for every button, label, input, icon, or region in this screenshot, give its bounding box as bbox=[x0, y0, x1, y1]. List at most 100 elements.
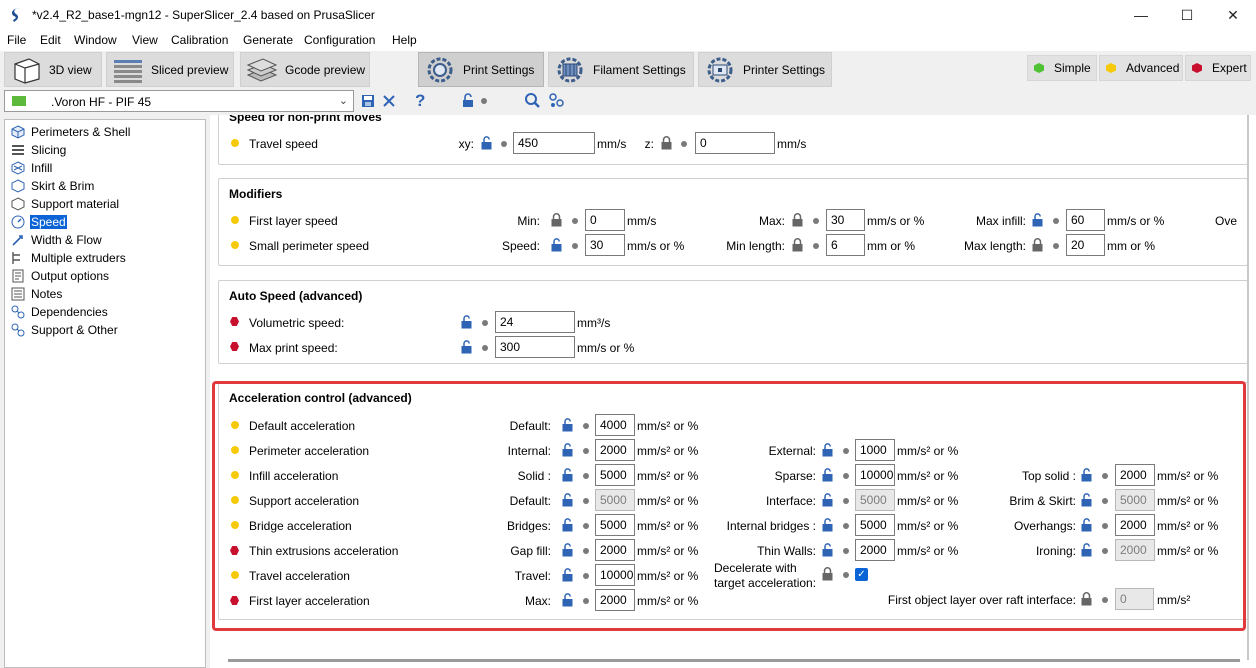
system-value-dot-icon bbox=[572, 243, 578, 249]
small-perimeter-min-length-input[interactable]: 6 bbox=[826, 234, 865, 256]
small-perimeter-max-length-input[interactable]: 20 bbox=[1066, 234, 1105, 256]
mode-expert-button[interactable]: Expert bbox=[1185, 55, 1251, 81]
nav-skirt-brim[interactable]: Skirt & Brim bbox=[5, 177, 205, 195]
nav-output-options[interactable]: Output options bbox=[5, 267, 205, 285]
system-value-dot-icon bbox=[813, 218, 819, 224]
nav-notes[interactable]: Notes bbox=[5, 285, 205, 303]
output-icon bbox=[12, 269, 24, 283]
nav-width-flow[interactable]: Width & Flow bbox=[5, 231, 205, 249]
tab-gcode-preview[interactable]: Gcode preview bbox=[240, 52, 370, 87]
search-icon[interactable] bbox=[524, 92, 541, 109]
maximize-button[interactable]: ☐ bbox=[1164, 0, 1210, 31]
small-perimeter-speed-input[interactable]: 30 bbox=[585, 234, 625, 256]
preset-value: .Voron HF - PIF 45 bbox=[51, 95, 152, 109]
system-value-dot-icon bbox=[1053, 243, 1059, 249]
mode-simple-button[interactable]: Simple bbox=[1027, 55, 1097, 81]
tab-filament-settings[interactable]: Filament Settings bbox=[548, 52, 694, 87]
min-length-label: Min length: bbox=[726, 239, 785, 253]
travel-speed-xy-input[interactable]: 450 bbox=[513, 132, 595, 154]
nav-support-material[interactable]: Support material bbox=[5, 195, 205, 213]
print-preset-select[interactable]: .Voron HF - PIF 45 ⌄ bbox=[4, 90, 354, 112]
skirt-icon bbox=[11, 179, 25, 193]
dependencies-icon bbox=[11, 305, 25, 319]
first-layer-speed-label: First layer speed bbox=[249, 214, 338, 228]
question-icon[interactable]: ? bbox=[415, 91, 425, 111]
menu-edit[interactable]: Edit bbox=[40, 33, 61, 47]
unlock-icon[interactable] bbox=[551, 238, 562, 252]
nav-label: Infill bbox=[31, 161, 53, 175]
max-print-speed-input[interactable]: 300 bbox=[495, 336, 575, 358]
mode-advanced-button[interactable]: Advanced bbox=[1099, 55, 1183, 81]
first-layer-max-infill-input[interactable]: 60 bbox=[1066, 209, 1105, 231]
notes-icon bbox=[11, 287, 25, 301]
nav-perimeters-shell[interactable]: Perimeters & Shell bbox=[5, 123, 205, 141]
tab-printer-settings[interactable]: Printer Settings bbox=[698, 52, 832, 87]
speed-label: Speed: bbox=[501, 239, 540, 253]
lock-icon[interactable] bbox=[661, 136, 672, 150]
unlock-icon[interactable] bbox=[461, 315, 472, 329]
advanced-mode-icon bbox=[231, 241, 239, 249]
nav-label: Support & Other bbox=[31, 323, 118, 337]
menu-file[interactable]: File bbox=[7, 33, 26, 47]
close-button[interactable]: ✕ bbox=[1210, 0, 1256, 31]
nav-dependencies[interactable]: Dependencies bbox=[5, 303, 205, 321]
lock-icon[interactable] bbox=[1032, 238, 1043, 252]
tab-3d-view-label: 3D view bbox=[49, 62, 92, 77]
menu-generate[interactable]: Generate bbox=[243, 33, 293, 47]
lock-icon[interactable] bbox=[792, 238, 803, 252]
chevron-down-icon: ⌄ bbox=[338, 95, 348, 107]
tab-print-settings[interactable]: Print Settings bbox=[418, 52, 544, 87]
delete-icon[interactable] bbox=[381, 93, 397, 109]
unit-label: mm/s or % bbox=[577, 341, 635, 355]
unlock-icon[interactable] bbox=[481, 136, 492, 150]
system-value-dot-icon bbox=[813, 243, 819, 249]
max-infill-label: Max infill: bbox=[975, 214, 1026, 228]
nav-speed[interactable]: Speed bbox=[5, 213, 205, 231]
nav-label: Skirt & Brim bbox=[31, 179, 95, 193]
system-value-dot-icon bbox=[482, 320, 488, 326]
nav-slicing[interactable]: Slicing bbox=[5, 141, 205, 159]
first-layer-min-input[interactable]: 0 bbox=[585, 209, 625, 231]
travel-speed-z-input[interactable]: 0 bbox=[695, 132, 775, 154]
nav-label: Slicing bbox=[31, 143, 67, 157]
advanced-mode-icon bbox=[1106, 63, 1116, 73]
mode-expert-label: Expert bbox=[1212, 61, 1247, 75]
xy-label: xy: bbox=[458, 137, 474, 151]
save-icon[interactable] bbox=[361, 94, 375, 108]
section-title: Modifiers bbox=[229, 187, 283, 201]
tab-sliced-preview[interactable]: Sliced preview bbox=[106, 52, 234, 87]
menu-bar: File Edit Window View Calibration Genera… bbox=[0, 31, 1256, 51]
z-label: z: bbox=[644, 137, 654, 151]
unlock-icon[interactable] bbox=[1032, 213, 1043, 227]
window-title: *v2.4_R2_base1-mgn12 - SuperSlicer_2.4 b… bbox=[32, 8, 375, 22]
first-layer-max-input[interactable]: 30 bbox=[826, 209, 865, 231]
tab-3d-view[interactable]: 3D view bbox=[4, 52, 102, 87]
lock-icon[interactable] bbox=[551, 213, 562, 227]
unlock-icon[interactable] bbox=[461, 340, 472, 354]
nav-infill[interactable]: Infill bbox=[5, 159, 205, 177]
mode-advanced-label: Advanced bbox=[1126, 61, 1180, 75]
menu-help[interactable]: Help bbox=[392, 33, 417, 47]
tab-filament-settings-label: Filament Settings bbox=[593, 62, 686, 77]
compare-settings-icon[interactable] bbox=[548, 92, 565, 109]
tab-sliced-preview-label: Sliced preview bbox=[151, 62, 229, 77]
nav-support-other[interactable]: Support & Other bbox=[5, 321, 205, 339]
tab-print-settings-label: Print Settings bbox=[463, 62, 535, 77]
nav-label: Support material bbox=[31, 197, 120, 211]
volumetric-speed-input[interactable]: 24 bbox=[495, 311, 575, 333]
horizontal-scrollbar[interactable] bbox=[228, 659, 1240, 662]
speed-icon bbox=[11, 215, 25, 229]
menu-calibration[interactable]: Calibration bbox=[171, 33, 228, 47]
unit-label: mm³/s bbox=[577, 316, 611, 330]
menu-window[interactable]: Window bbox=[74, 33, 117, 47]
minimize-button[interactable]: — bbox=[1118, 0, 1164, 31]
superslicer-logo-icon bbox=[12, 8, 20, 22]
unlock-icon[interactable] bbox=[462, 93, 474, 108]
lock-icon[interactable] bbox=[792, 213, 803, 227]
system-value-dot-icon bbox=[681, 141, 687, 147]
nav-multiple-extruders[interactable]: Multiple extruders bbox=[5, 249, 205, 267]
menu-configuration[interactable]: Configuration bbox=[304, 33, 375, 47]
menu-view[interactable]: View bbox=[132, 33, 158, 47]
printer-gear-icon bbox=[707, 57, 733, 82]
vertical-scrollbar[interactable] bbox=[1247, 115, 1249, 660]
